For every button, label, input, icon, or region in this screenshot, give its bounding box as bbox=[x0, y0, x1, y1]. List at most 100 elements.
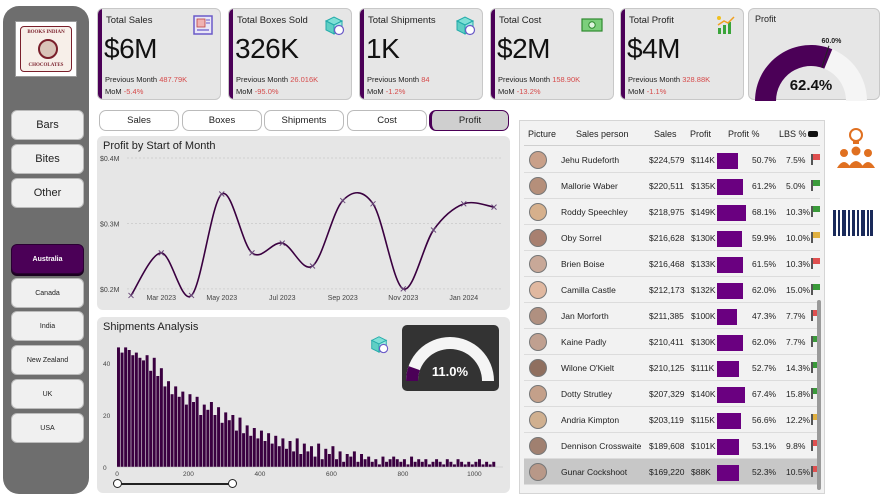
y-tick-label: 0 bbox=[103, 465, 107, 472]
sales-value: $169,220 bbox=[649, 467, 685, 477]
table-row[interactable]: Dotty Strutley $207,329 $140K 67.4% 15.8% bbox=[524, 381, 820, 407]
profit-value: $135K bbox=[691, 181, 716, 191]
country-button-usa[interactable]: USA bbox=[11, 413, 84, 443]
tab-cost[interactable]: Cost bbox=[347, 110, 427, 131]
x-tick-label: 0 bbox=[115, 471, 119, 478]
mom-value: -5.4% bbox=[123, 87, 144, 96]
table-row[interactable]: Oby Sorrel $216,628 $130K 59.9% 10.0% bbox=[524, 225, 820, 251]
histogram-bar bbox=[184, 404, 188, 467]
histogram-bar bbox=[435, 459, 439, 467]
range-slider-handle-max[interactable] bbox=[228, 479, 237, 488]
salesperson-name: Roddy Speechley bbox=[561, 207, 628, 217]
tab-boxes[interactable]: Boxes bbox=[182, 110, 262, 131]
lbs-pct-value: 10.3% bbox=[786, 207, 811, 217]
profit-value: $130K bbox=[691, 233, 716, 243]
sales-value: $218,975 bbox=[649, 207, 685, 217]
profit-value: $111K bbox=[691, 363, 715, 373]
table-row[interactable]: Jan Morforth $211,385 $100K 47.3% 7.7% bbox=[524, 303, 820, 329]
header-divider bbox=[524, 145, 820, 146]
histogram-bar bbox=[324, 448, 328, 467]
histogram-bar bbox=[388, 459, 392, 467]
category-button-other[interactable]: Other bbox=[11, 178, 84, 208]
histogram-bar bbox=[249, 435, 253, 467]
lbs-pct-value: 12.2% bbox=[786, 415, 811, 425]
salesperson-name: Oby Sorrel bbox=[561, 233, 602, 243]
histogram-bar bbox=[252, 428, 256, 467]
profit-pct-value: 47.3% bbox=[752, 311, 777, 321]
lbs-pct-value: 5.0% bbox=[786, 181, 806, 191]
tab-sales[interactable]: Sales bbox=[99, 110, 179, 131]
dashboard: BOOKS INDIAN CHOCOLATES Bars Bites Other… bbox=[0, 0, 888, 500]
category-button-bites[interactable]: Bites bbox=[11, 144, 84, 174]
histogram-bar bbox=[188, 394, 192, 467]
range-slider-track[interactable] bbox=[117, 483, 233, 485]
avatar bbox=[529, 203, 547, 221]
profit-value: $100K bbox=[691, 311, 716, 321]
x-tick-label: Jan 2024 bbox=[449, 295, 478, 302]
x-tick-label: Sep 2023 bbox=[328, 295, 358, 302]
prev-value: 487.79K bbox=[159, 75, 188, 84]
ideas-team-icon bbox=[837, 128, 875, 168]
col-header-picture[interactable]: Picture bbox=[528, 129, 556, 139]
profit-value: $133K bbox=[691, 259, 716, 269]
histogram-bar bbox=[177, 396, 181, 467]
profit-pct-bar bbox=[717, 257, 743, 273]
country-button-australia[interactable]: Australia bbox=[11, 244, 84, 274]
category-button-bars[interactable]: Bars bbox=[11, 110, 84, 140]
table-row[interactable]: Camilla Castle $212,173 $132K 62.0% 15.0% bbox=[524, 277, 820, 303]
country-button-new-zealand[interactable]: New Zealand bbox=[11, 345, 84, 375]
range-slider-handle-min[interactable] bbox=[113, 479, 122, 488]
tab-shipments[interactable]: Shipments bbox=[264, 110, 344, 131]
histogram-bar bbox=[306, 451, 310, 467]
col-header-profit[interactable]: Profit bbox=[690, 129, 711, 139]
country-button-uk[interactable]: UK bbox=[11, 379, 84, 409]
profit-pct-value: 67.4% bbox=[752, 389, 777, 399]
col-header-lbs-pct[interactable]: LBS % bbox=[779, 129, 807, 139]
sales-value: $207,329 bbox=[649, 389, 685, 399]
profit-gauge-card: Profit 60.0% 62.4% bbox=[748, 8, 880, 101]
table-options-icon[interactable] bbox=[808, 131, 818, 137]
histogram-bar bbox=[231, 415, 235, 467]
profit-pct-bar bbox=[717, 153, 738, 169]
table-row[interactable]: Roddy Speechley $218,975 $149K 68.1% 10.3% bbox=[524, 199, 820, 225]
table-row[interactable]: Andria Kimpton $203,119 $115K 56.6% 12.2% bbox=[524, 407, 820, 433]
table-row[interactable]: Gunar Cockshoot $169,220 $88K 52.3% 10.5% bbox=[524, 459, 820, 485]
profit-value: $132K bbox=[691, 285, 716, 295]
table-row[interactable]: Mallorie Waber $220,511 $135K 61.2% 5.0% bbox=[524, 173, 820, 199]
histogram-bar bbox=[192, 402, 196, 467]
histogram-bar bbox=[417, 459, 421, 467]
histogram-bar bbox=[292, 451, 296, 467]
histogram-bar bbox=[259, 430, 263, 467]
avatar bbox=[529, 437, 547, 455]
histogram-bar bbox=[277, 446, 281, 467]
country-button-canada[interactable]: Canada bbox=[11, 278, 84, 308]
avatar bbox=[529, 359, 547, 377]
col-header-sales[interactable]: Sales bbox=[654, 129, 677, 139]
histogram-bar bbox=[367, 456, 371, 467]
table-row[interactable]: Wilone O'Kielt $210,125 $111K 52.7% 14.3% bbox=[524, 355, 820, 381]
shipment-box-icon bbox=[370, 336, 389, 354]
table-row[interactable]: Brien Boise $216,468 $133K 61.5% 10.3% bbox=[524, 251, 820, 277]
histogram-bar bbox=[427, 464, 431, 467]
x-tick-label: 800 bbox=[397, 471, 408, 478]
salesperson-name: Mallorie Waber bbox=[561, 181, 618, 191]
status-flag-icon bbox=[811, 154, 820, 165]
col-header-profit-pct[interactable]: Profit % bbox=[728, 129, 760, 139]
mom-value: -95.0% bbox=[254, 87, 279, 96]
table-row[interactable]: Jehu Rudeforth $224,579 $114K 50.7% 7.5% bbox=[524, 147, 820, 173]
col-header-sales-person[interactable]: Sales person bbox=[576, 129, 629, 139]
table-row[interactable]: Kaine Padly $210,411 $130K 62.0% 7.7% bbox=[524, 329, 820, 355]
kpi-title: Total Shipments bbox=[368, 15, 436, 26]
lbs-pct-value: 10.5% bbox=[786, 467, 811, 477]
tab-profit[interactable]: Profit bbox=[429, 110, 509, 131]
profit-pct-bar bbox=[717, 231, 742, 247]
histogram-bar bbox=[438, 461, 442, 467]
table-scrollbar[interactable] bbox=[817, 300, 821, 490]
lbs-pct-value: 10.3% bbox=[786, 259, 811, 269]
profit-pct-bar bbox=[717, 439, 739, 455]
profit-pct-value: 61.5% bbox=[752, 259, 777, 269]
table-row[interactable]: Dennison Crosswaite $189,608 $101K 53.1% 9.8… bbox=[524, 433, 820, 459]
country-button-india[interactable]: India bbox=[11, 311, 84, 341]
histogram-bar bbox=[363, 459, 367, 467]
histogram-bar bbox=[477, 459, 481, 467]
